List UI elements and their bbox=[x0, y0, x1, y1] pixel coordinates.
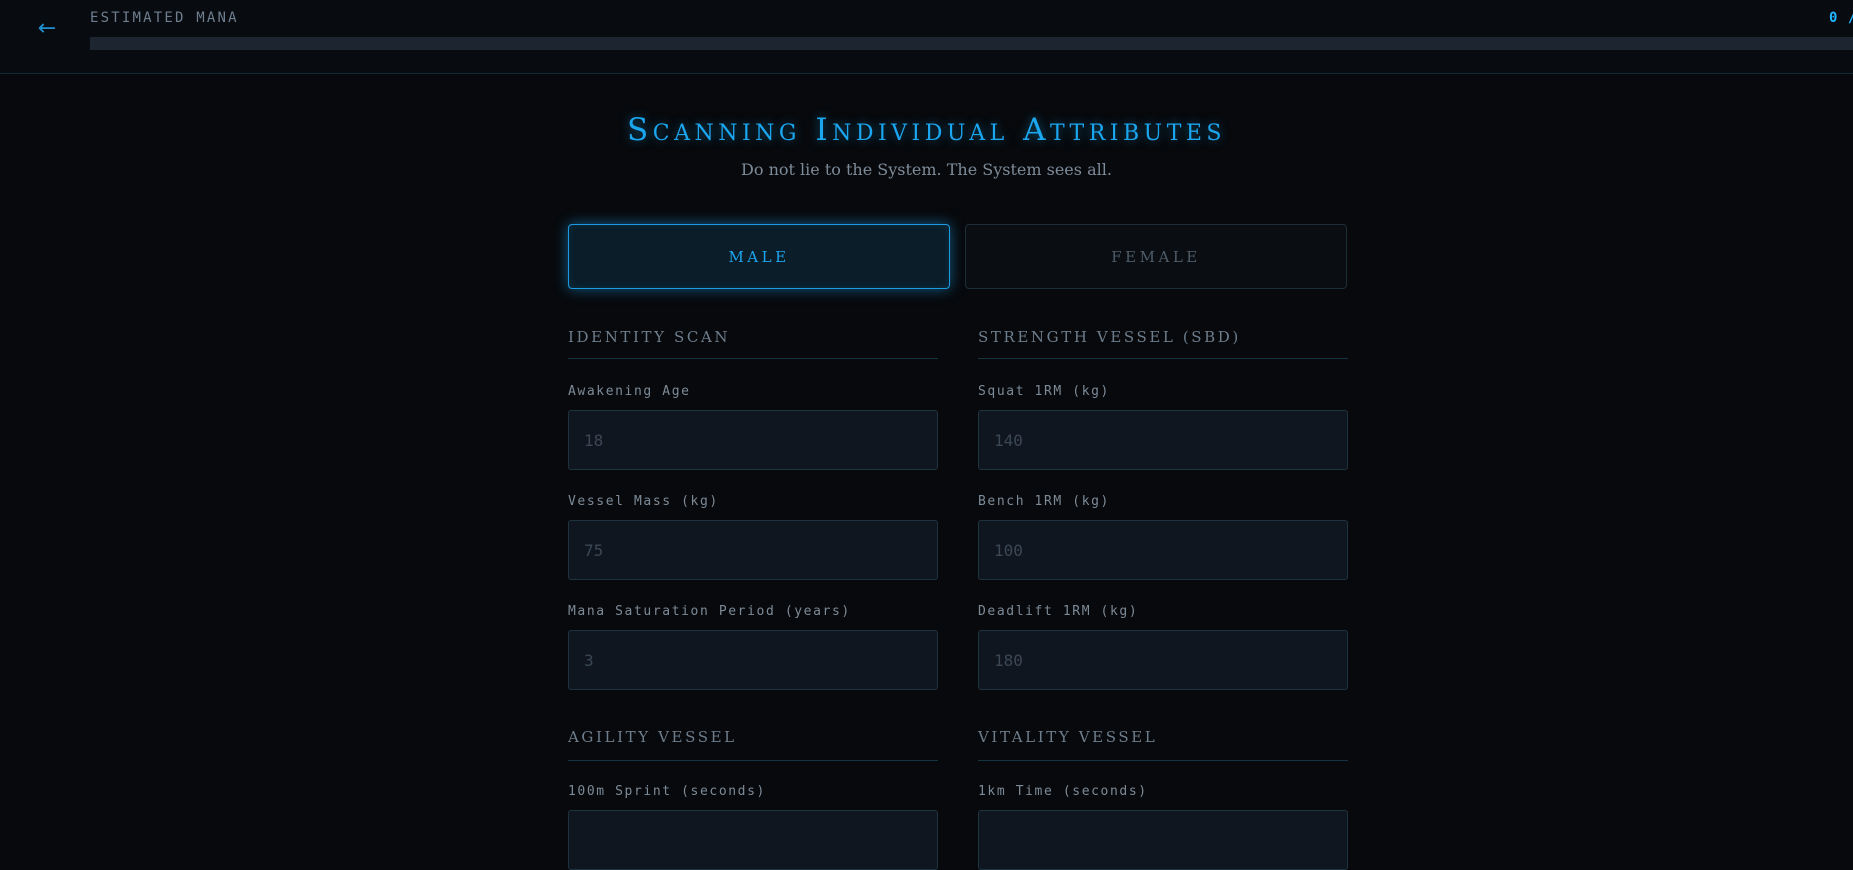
run-1km-label: 1km Time (seconds) bbox=[978, 784, 1148, 799]
section-divider bbox=[978, 358, 1348, 359]
top-bar: ← ESTIMATED MANA 0 / bbox=[0, 0, 1853, 74]
bench-1rm-input[interactable] bbox=[978, 520, 1348, 580]
gender-female-button[interactable]: FEMALE bbox=[965, 224, 1347, 289]
page-subtitle: Do not lie to the System. The System see… bbox=[741, 160, 1112, 179]
section-title-vitality-vessel: VITALITY VESSEL bbox=[978, 728, 1158, 746]
run-1km-input[interactable] bbox=[978, 810, 1348, 870]
page-title: Scanning Individual Attributes bbox=[627, 112, 1226, 148]
section-divider bbox=[568, 760, 938, 761]
awakening-age-label: Awakening Age bbox=[568, 384, 691, 399]
mana-saturation-period-label: Mana Saturation Period (years) bbox=[568, 604, 851, 619]
mana-saturation-period-input[interactable] bbox=[568, 630, 938, 690]
vessel-mass-label: Vessel Mass (kg) bbox=[568, 494, 719, 509]
section-divider bbox=[568, 358, 938, 359]
gender-male-button[interactable]: MALE bbox=[568, 224, 950, 289]
section-title-strength-vessel: STRENGTH VESSEL (SBD) bbox=[978, 328, 1241, 346]
section-title-identity-scan: IDENTITY SCAN bbox=[568, 328, 731, 346]
section-divider bbox=[978, 760, 1348, 761]
bench-1rm-label: Bench 1RM (kg) bbox=[978, 494, 1110, 509]
vessel-mass-input[interactable] bbox=[568, 520, 938, 580]
deadlift-1rm-label: Deadlift 1RM (kg) bbox=[978, 604, 1139, 619]
mana-progress-bar bbox=[90, 37, 1853, 50]
squat-1rm-input[interactable] bbox=[978, 410, 1348, 470]
awakening-age-input[interactable] bbox=[568, 410, 938, 470]
estimated-mana-label: ESTIMATED MANA bbox=[90, 10, 239, 26]
back-arrow-icon[interactable]: ← bbox=[34, 12, 60, 46]
sprint-100m-input[interactable] bbox=[568, 810, 938, 870]
sprint-100m-label: 100m Sprint (seconds) bbox=[568, 784, 766, 799]
squat-1rm-label: Squat 1RM (kg) bbox=[978, 384, 1110, 399]
deadlift-1rm-input[interactable] bbox=[978, 630, 1348, 690]
section-title-agility-vessel: AGILITY VESSEL bbox=[568, 728, 737, 746]
mana-value: 0 / bbox=[1829, 10, 1853, 26]
